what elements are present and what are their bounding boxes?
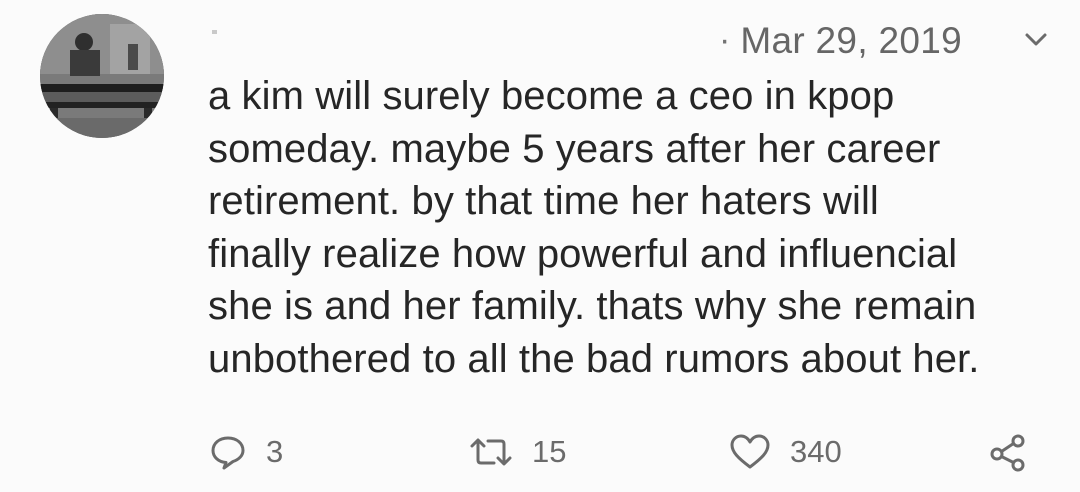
tweet-text-line: someday. maybe 5 years after her career (208, 126, 941, 171)
avatar[interactable] (40, 14, 164, 138)
share-icon (988, 432, 1028, 472)
tweet-actions: 3 15 340 (0, 426, 1080, 478)
reply-icon (208, 432, 248, 472)
tweet-text-line: she is and her family. thats why she rem… (208, 284, 977, 328)
meta-separator: · (719, 21, 731, 59)
like-count: 340 (790, 434, 842, 469)
tweet-card[interactable]: · Mar 29, 2019 a kim will surely become … (0, 0, 1080, 492)
tweet-text-line: a kim will surely become a ceo in kpop (208, 74, 895, 118)
tweet-text-line: unbothered to all the bad rumors about h… (208, 336, 980, 381)
share-button[interactable] (988, 426, 1028, 478)
chevron-down-icon[interactable] (1020, 24, 1052, 56)
reply-count: 3 (266, 434, 284, 469)
retweet-count: 15 (532, 434, 567, 469)
username-placeholder (212, 30, 217, 34)
reply-button[interactable]: 3 (208, 426, 283, 478)
heart-icon (728, 432, 772, 472)
tweet-text-line: finally realize how powerful and influen… (208, 231, 958, 276)
tweet-text: a kim will surely become a ceo in kpop s… (208, 70, 1058, 385)
like-button[interactable]: 340 (728, 426, 842, 478)
tweet-text-line: retirement. by that time her haters will (208, 179, 879, 223)
retweet-button[interactable]: 15 (468, 426, 566, 478)
retweet-icon (468, 432, 514, 472)
tweet-meta: · Mar 29, 2019 (719, 16, 1052, 64)
tweet-date[interactable]: Mar 29, 2019 (740, 22, 962, 59)
